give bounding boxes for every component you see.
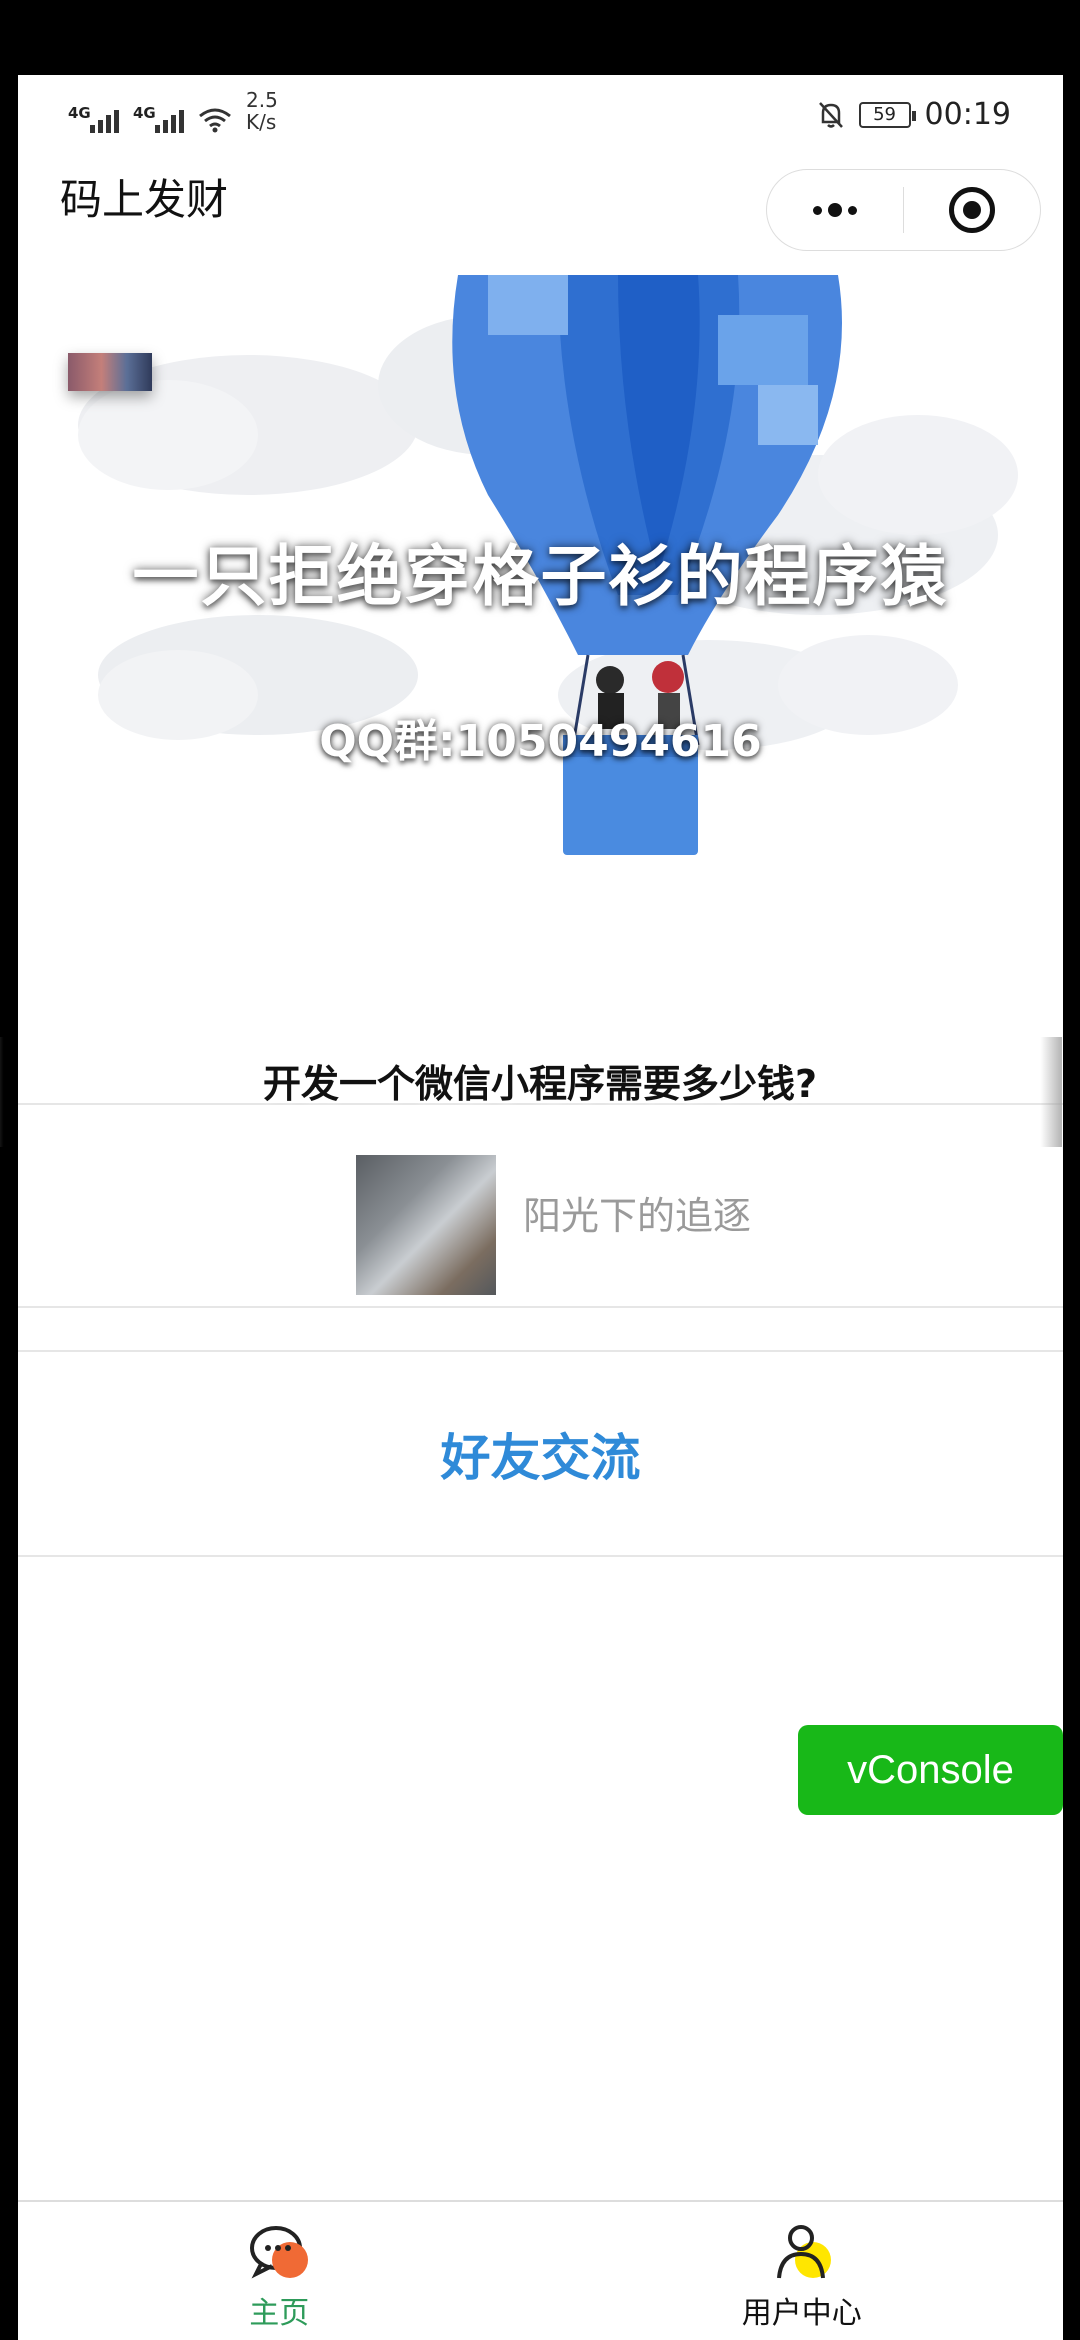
network-speed: 2.5 K/s xyxy=(246,88,278,134)
banner[interactable]: 一只拒绝穿格子衫的程序猿 QQ群:1050494616 xyxy=(18,275,1063,915)
battery-indicator: 59 xyxy=(858,101,916,128)
signal-icon: 4G xyxy=(133,104,184,133)
chat-bubble-icon xyxy=(250,2226,309,2279)
wifi-icon xyxy=(199,108,231,133)
vconsole-button[interactable]: vConsole xyxy=(798,1725,1063,1815)
friends-exchange-label: 好友交流 xyxy=(440,1428,641,1487)
tab-home[interactable]: 主页 xyxy=(18,2202,541,2340)
friends-exchange-button[interactable]: 好友交流 xyxy=(18,1352,1063,1557)
close-mini-program-button[interactable] xyxy=(904,187,1040,233)
mute-bell-icon xyxy=(818,101,843,128)
banner-qq-group: QQ群:1050494616 xyxy=(319,716,762,767)
capsule-menu xyxy=(766,169,1041,251)
signal-icon: 4G xyxy=(68,104,119,133)
tab-user-center[interactable]: 用户中心 xyxy=(541,2202,1064,2340)
page-title: 码上发财 xyxy=(60,175,229,224)
tab-user-center-label: 用户中心 xyxy=(741,2296,862,2331)
target-icon xyxy=(949,187,995,233)
article-thumbnail xyxy=(356,1155,496,1295)
tab-bar: 主页 用户中心 xyxy=(18,2200,1063,2340)
article-card[interactable]: 阳光下的追逐 xyxy=(18,1103,1063,1308)
video-caption-title: 开发一个微信小程序需要多少钱? xyxy=(262,1062,818,1106)
status-bar: 4G 4G 2.5 K/s 59 00:19 xyxy=(18,75,1063,145)
user-icon xyxy=(776,2225,831,2279)
mini-program-navbar: 码上发财 xyxy=(18,145,1063,275)
more-menu-button[interactable] xyxy=(767,203,903,217)
banner-title: 一只拒绝穿格子衫的程序猿 xyxy=(132,538,949,615)
avatar-thumbnail xyxy=(68,353,152,391)
tab-home-label: 主页 xyxy=(249,2296,310,2331)
app-screen: 4G 4G 2.5 K/s 59 00:19 码上发财 一只拒绝穿格子衫的程序猿… xyxy=(18,75,1063,2340)
article-subtitle: 阳光下的追逐 xyxy=(523,1194,752,1238)
clock: 00:19 xyxy=(924,97,1011,132)
